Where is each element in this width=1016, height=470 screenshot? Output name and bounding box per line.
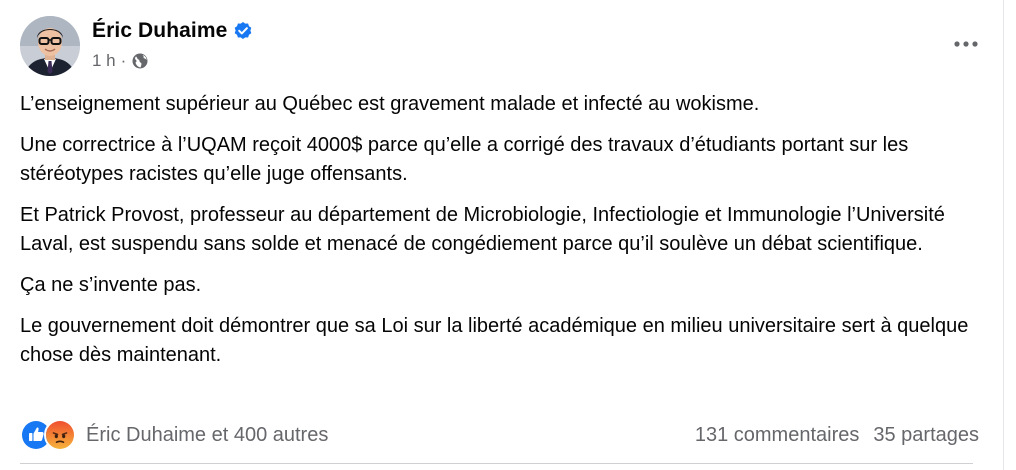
engagement-counts: 131 commentaires 35 partages <box>695 424 979 447</box>
post-timestamp[interactable]: 1 h <box>92 51 116 71</box>
post-paragraph: Le gouvernement doit démontrer que sa Lo… <box>20 315 969 366</box>
author-line: Éric Duhaime <box>92 19 253 43</box>
globe-icon[interactable] <box>131 52 149 70</box>
reactions-summary[interactable] <box>20 419 76 451</box>
post-message: L’enseignement supérieur au Québec est g… <box>20 90 995 382</box>
post-paragraph: L’enseignement supérieur au Québec est g… <box>20 93 760 115</box>
facebook-post: Éric Duhaime 1 h · L’enseignement supéri… <box>0 0 1004 470</box>
author-name[interactable]: Éric Duhaime <box>92 19 227 43</box>
verified-badge-icon <box>233 21 253 41</box>
footer-divider <box>20 463 973 464</box>
post-footer: Éric Duhaime et 400 autres 131 commentai… <box>20 418 991 452</box>
post-paragraph: Et Patrick Provost, professeur au départ… <box>20 204 945 255</box>
comments-count[interactable]: 131 commentaires <box>695 424 860 447</box>
post-meta: 1 h · <box>92 51 149 71</box>
meta-separator: · <box>120 51 127 70</box>
author-avatar[interactable] <box>20 16 80 76</box>
more-options-button[interactable] <box>946 26 986 62</box>
post-paragraph: Une correctrice à l’UQAM reçoit 4000$ pa… <box>20 134 909 185</box>
post-paragraph: Ça ne s’invente pas. <box>20 274 202 296</box>
angry-reaction-icon[interactable] <box>44 419 76 451</box>
reactors-text[interactable]: Éric Duhaime et 400 autres <box>86 424 328 447</box>
author-photo <box>20 16 80 76</box>
more-options-icon <box>954 41 978 47</box>
shares-count[interactable]: 35 partages <box>873 424 979 447</box>
